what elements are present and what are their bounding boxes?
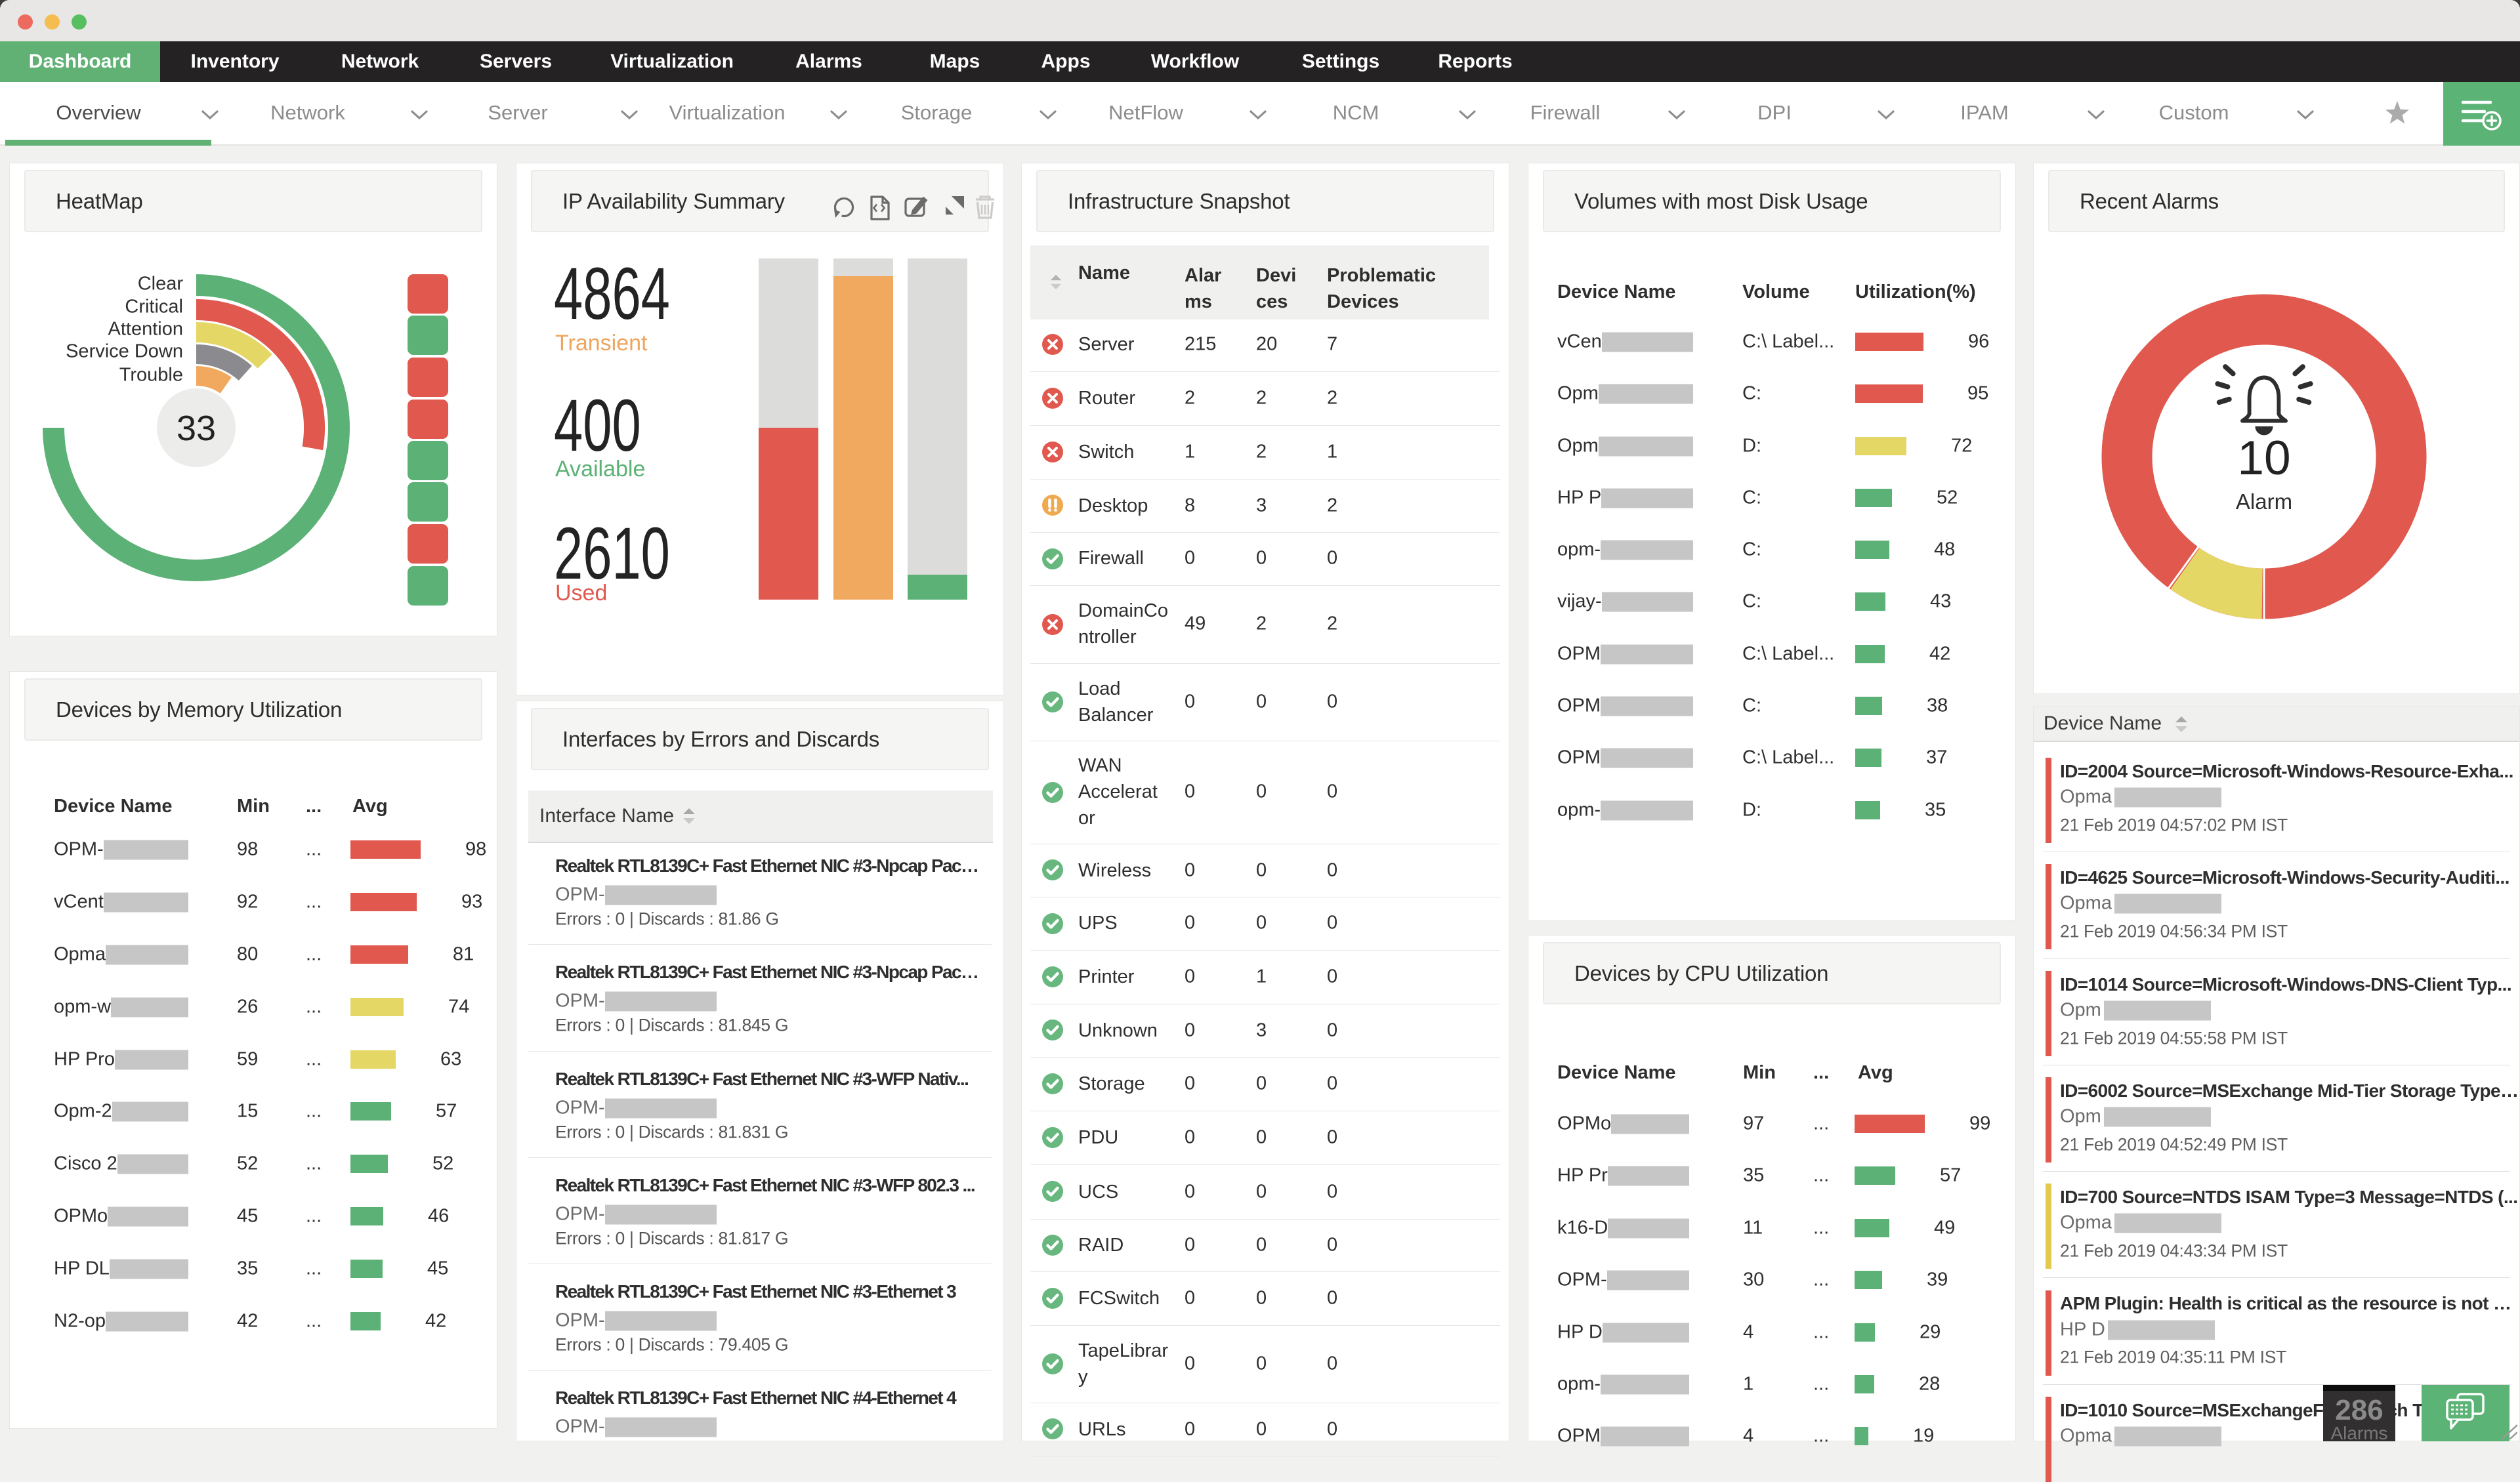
- svg-text:33: 33: [177, 409, 216, 448]
